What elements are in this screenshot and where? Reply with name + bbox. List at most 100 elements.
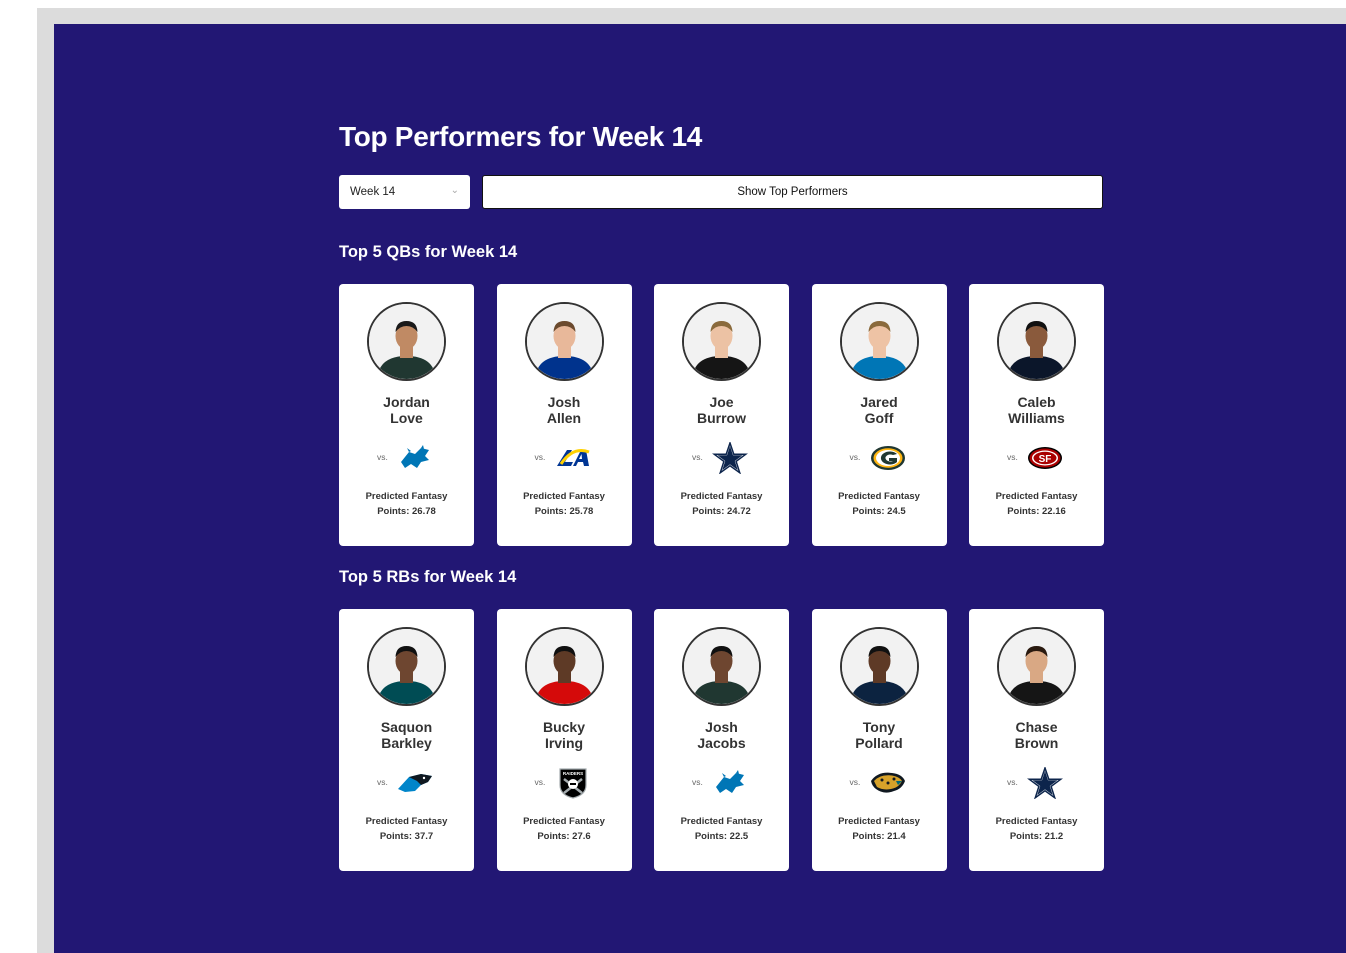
matchup: vs. SF	[969, 442, 1104, 474]
player-name: Caleb Williams	[969, 394, 1104, 426]
matchup: vs.	[812, 767, 947, 799]
matchup: vs.	[654, 767, 789, 799]
matchup: vs.	[339, 767, 474, 799]
points-value: Points: 22.5	[694, 831, 749, 842]
qb-player-card: Josh Allen vs. Predicted Fantasy Points: 25.…	[496, 284, 632, 546]
jaguars-logo-icon	[868, 767, 908, 799]
show-top-performers-button[interactable]: Show Top Performers	[482, 175, 1103, 209]
cowboys-logo-icon	[710, 440, 750, 475]
player-photo	[524, 302, 604, 381]
player-name: Joe Burrow	[654, 394, 789, 426]
points-label: Predicted Fantasy	[838, 816, 920, 827]
predicted-points: Predicted Fantasy Points: 24.72	[654, 489, 789, 519]
player-photo	[839, 627, 919, 706]
rb-player-card: Chase Brown vs. Predicted Fantasy Points: 21…	[969, 609, 1104, 871]
player-name: Josh Allen	[497, 394, 632, 426]
points-label: Predicted Fantasy	[365, 491, 448, 502]
points-label: Predicted Fantasy	[680, 816, 763, 827]
lions-logo-icon	[395, 442, 435, 474]
player-photo	[367, 627, 446, 706]
points-value: Points: 21.4	[852, 831, 906, 842]
vs-label: vs.	[377, 452, 388, 462]
points-label: Predicted Fantasy	[995, 491, 1078, 502]
player-last-name: Jacobs	[697, 735, 746, 751]
player-first-name: Saquon	[380, 719, 433, 735]
points-label: Predicted Fantasy	[838, 491, 920, 502]
vs-label: vs.	[1007, 777, 1018, 787]
cowboys-logo-icon	[1025, 765, 1065, 800]
rb-player-card: Josh Jacobs vs. Predicted Fantasy Points: 22…	[654, 609, 789, 871]
matchup: vs. RAIDERS	[497, 767, 632, 799]
vs-label: vs.	[849, 777, 861, 787]
points-value: Points: 24.72	[692, 506, 751, 517]
player-first-name: Josh	[705, 719, 738, 735]
player-first-name: Tony	[862, 719, 896, 735]
window-chrome-top	[37, 8, 1346, 24]
predicted-points: Predicted Fantasy Points: 22.16	[969, 489, 1104, 519]
player-photo	[367, 302, 446, 381]
player-photo	[524, 627, 604, 706]
points-value: Points: 21.2	[1009, 831, 1064, 842]
player-first-name: Josh	[547, 394, 581, 410]
window-chrome-left	[37, 8, 54, 953]
section-title-rbs: Top 5 RBs for Week 14	[339, 568, 517, 586]
player-first-name: Chase	[1015, 719, 1058, 735]
rams-logo-icon	[553, 442, 593, 474]
qb-player-card: Caleb Williams vs. SF Predicted Fantasy Point…	[969, 284, 1104, 546]
rb-player-card: Tony Pollard vs. Predicted Fantasy Points: 2…	[811, 609, 947, 871]
player-last-name: Barkley	[381, 735, 432, 751]
player-name: Jordan Love	[339, 394, 474, 426]
player-name: Saquon Barkley	[339, 719, 474, 751]
player-name: Tony Pollard	[812, 719, 947, 751]
points-label: Predicted Fantasy	[365, 816, 448, 827]
vs-label: vs.	[534, 452, 546, 462]
player-last-name: Allen	[546, 410, 582, 426]
page-title: Top Performers for Week 14	[339, 121, 703, 152]
player-first-name: Caleb	[1017, 394, 1056, 410]
points-value: Points: 22.16	[1007, 506, 1066, 517]
chevron-down-icon: ⌄	[450, 185, 459, 196]
vs-label: vs.	[377, 777, 388, 787]
svg-text:SF: SF	[1039, 454, 1052, 465]
player-name: Chase Brown	[969, 719, 1104, 751]
player-first-name: Jordan	[383, 394, 430, 410]
points-label: Predicted Fantasy	[523, 816, 605, 827]
predicted-points: Predicted Fantasy Points: 22.5	[654, 814, 789, 844]
player-last-name: Williams	[1008, 410, 1065, 426]
player-photo	[997, 302, 1076, 381]
player-first-name: Joe	[709, 394, 734, 410]
panthers-logo-icon	[395, 767, 435, 799]
section-title-qbs: Top 5 QBs for Week 14	[339, 243, 518, 261]
vs-label: vs.	[849, 452, 861, 462]
app-container: Top Performers for Week 14 Week 14 ⌄ Sho…	[54, 24, 1346, 953]
predicted-points: Predicted Fantasy Points: 24.5	[812, 489, 947, 519]
points-label: Predicted Fantasy	[523, 491, 605, 502]
qb-player-card: Joe Burrow vs. Predicted Fantasy Points: 24.…	[654, 284, 789, 546]
points-value: Points: 27.6	[537, 831, 591, 842]
player-last-name: Love	[390, 410, 423, 426]
browser-frame-top	[0, 0, 1346, 8]
player-last-name: Irving	[544, 735, 584, 751]
predicted-points: Predicted Fantasy Points: 27.6	[497, 814, 632, 844]
matchup: vs.	[654, 440, 789, 475]
points-label: Predicted Fantasy	[995, 816, 1078, 827]
player-name: Josh Jacobs	[654, 719, 789, 751]
week-select[interactable]: Week 14 ⌄	[339, 175, 470, 209]
player-last-name: Pollard	[855, 735, 903, 751]
player-last-name: Goff	[864, 410, 894, 426]
49ers-logo-icon: SF	[1025, 442, 1065, 474]
rb-cards: Saquon Barkley vs. Predicted Fantasy Points:…	[339, 609, 1104, 871]
points-value: Points: 37.7	[379, 831, 434, 842]
player-name: Jared Goff	[812, 394, 947, 426]
week-select-value: Week 14	[350, 186, 396, 198]
player-last-name: Burrow	[697, 410, 746, 426]
points-value: Points: 25.78	[534, 506, 594, 517]
player-first-name: Bucky	[542, 719, 586, 735]
points-label: Predicted Fantasy	[680, 491, 763, 502]
player-photo	[997, 627, 1076, 706]
points-value: Points: 26.78	[377, 506, 436, 517]
vs-label: vs.	[692, 452, 703, 462]
matchup: vs.	[497, 442, 632, 474]
predicted-points: Predicted Fantasy Points: 21.2	[969, 814, 1104, 844]
predicted-points: Predicted Fantasy Points: 37.7	[339, 814, 474, 844]
